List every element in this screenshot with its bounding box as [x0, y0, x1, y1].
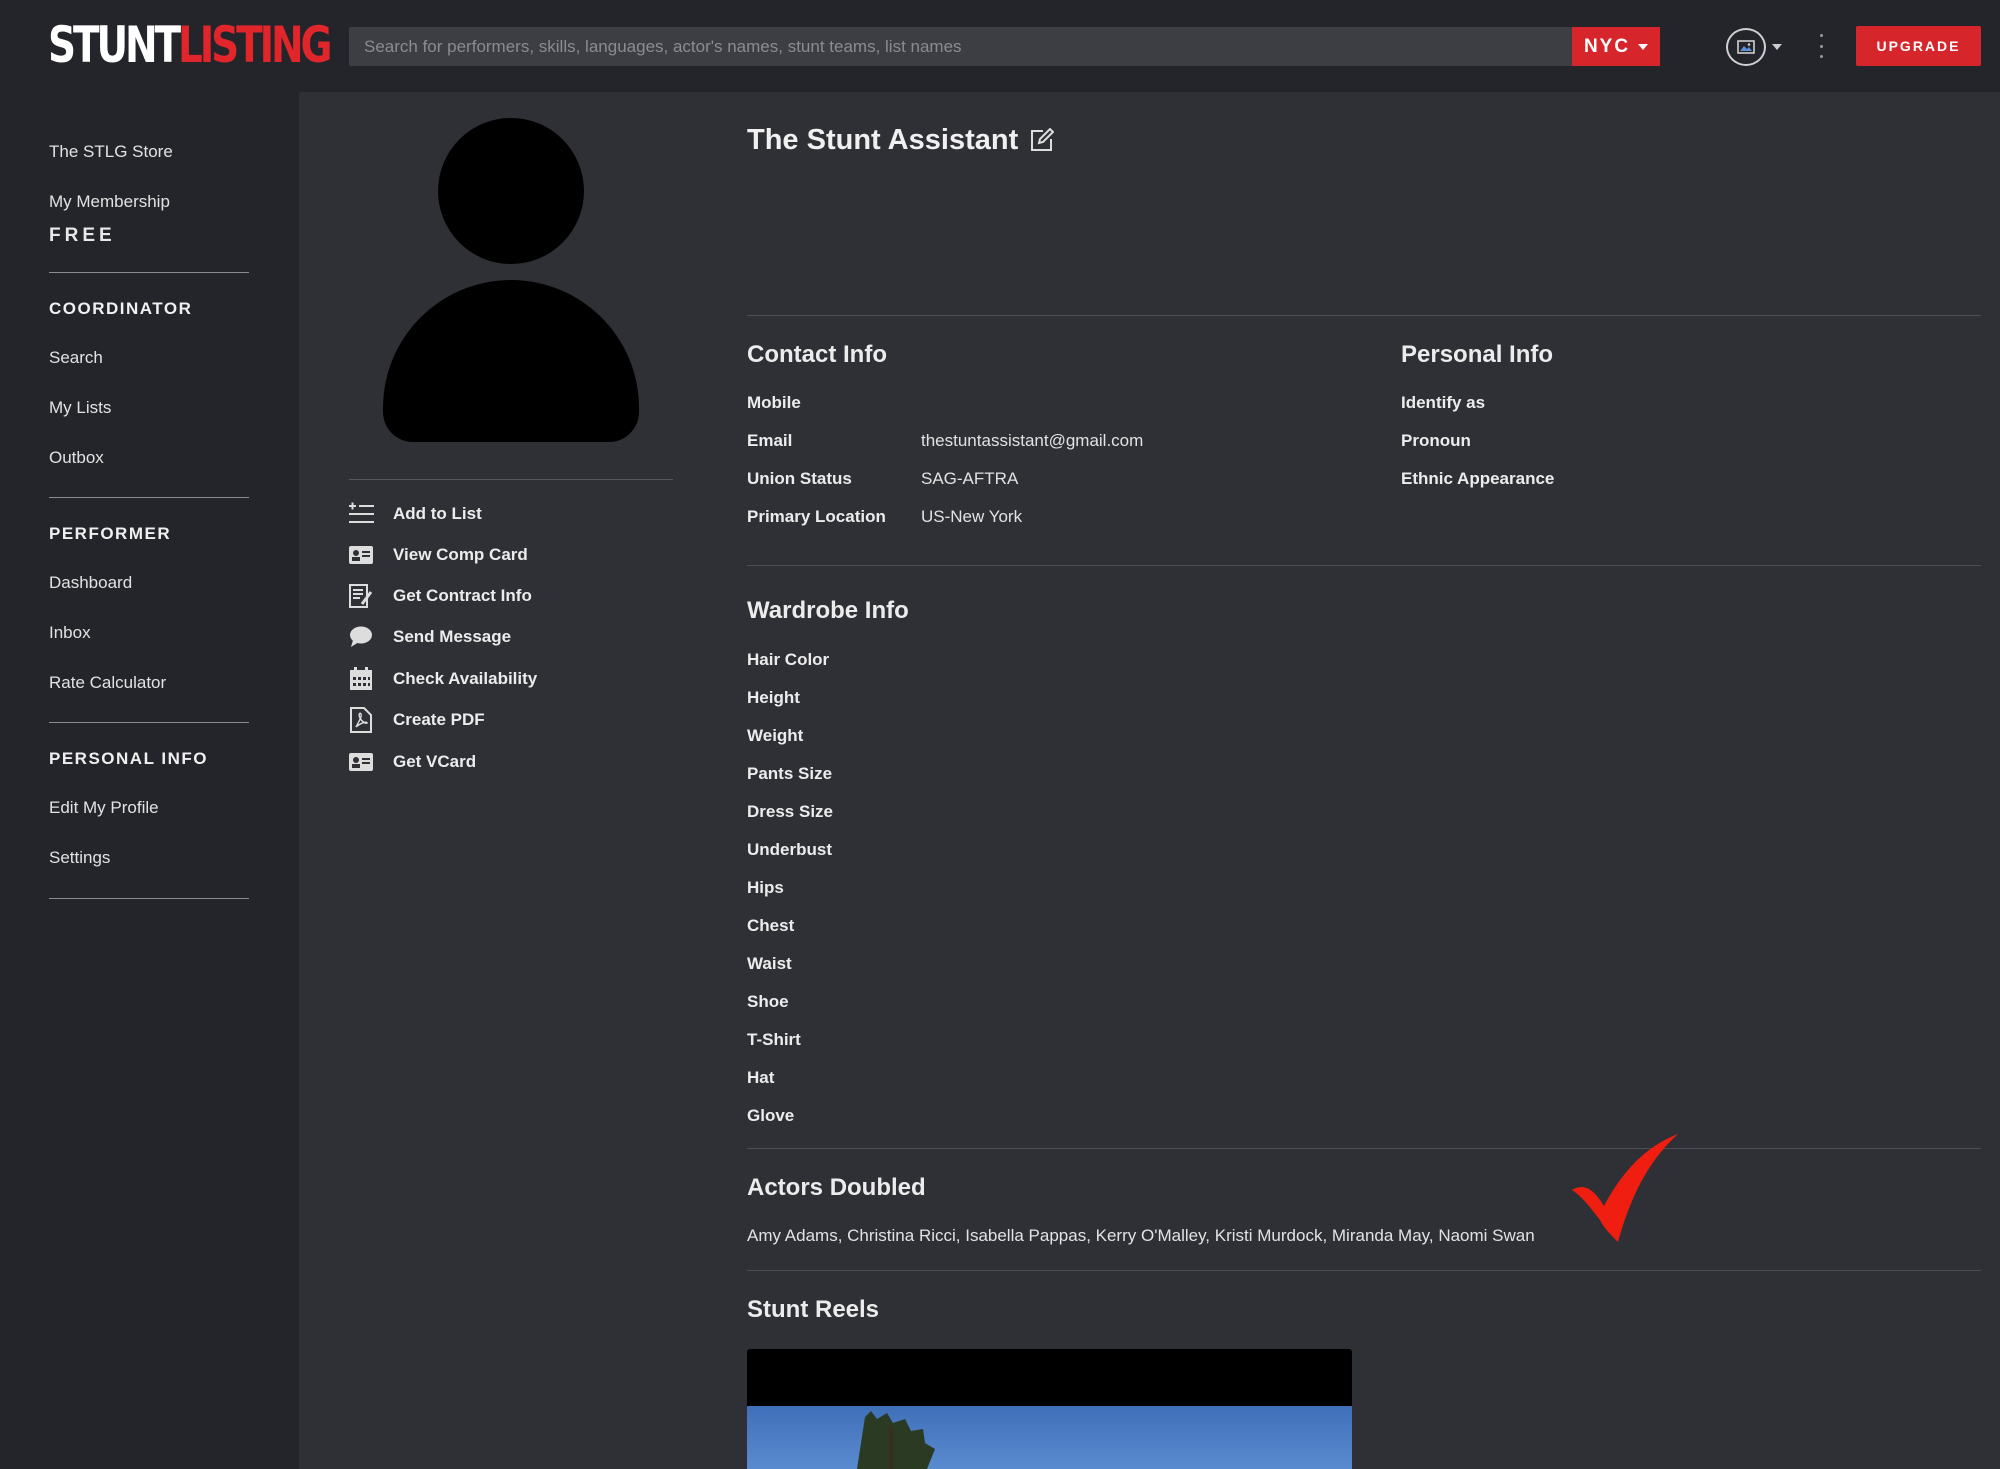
sidebar-divider: [49, 272, 249, 273]
contact-label-email: Email: [747, 431, 793, 450]
wardrobe-label: T-Shirt: [747, 1030, 801, 1049]
sidebar-divider: [49, 497, 249, 498]
performer-heading: PERFORMER: [49, 524, 172, 543]
wardrobe-label: Shoe: [747, 992, 789, 1011]
sidebar-item-edit-profile[interactable]: Edit My Profile: [49, 798, 159, 818]
add-list-icon: [348, 501, 374, 527]
get-contract-info-action[interactable]: Get Contract Info: [348, 582, 532, 610]
chat-bubble-icon: [348, 624, 374, 650]
image-icon: [1737, 40, 1755, 54]
stunt-reel-video[interactable]: [747, 1349, 1352, 1469]
action-label: View Comp Card: [393, 545, 528, 564]
wardrobe-label: Weight: [747, 726, 804, 745]
section-divider: [747, 1270, 1981, 1271]
sidebar-item-outbox[interactable]: Outbox: [49, 448, 104, 468]
avatar-head: [438, 118, 584, 264]
membership-tier: FREE: [49, 225, 116, 246]
stunt-reels-heading: Stunt Reels: [747, 1296, 880, 1323]
contact-label-mobile: Mobile: [747, 393, 801, 412]
city-dropdown-button[interactable]: NYC: [1572, 27, 1660, 66]
sidebar-item-settings[interactable]: Settings: [49, 848, 110, 868]
get-vcard-action[interactable]: Get VCard: [348, 748, 476, 776]
sidebar-item-dashboard[interactable]: Dashboard: [49, 573, 132, 593]
avatar-caret-down-icon[interactable]: [1772, 44, 1782, 50]
actors-doubled-heading: Actors Doubled: [747, 1174, 926, 1201]
wardrobe-label: Hips: [747, 878, 784, 897]
contract-icon: [348, 583, 374, 609]
add-to-list-action[interactable]: Add to List: [348, 500, 482, 528]
contact-label-union: Union Status: [747, 469, 852, 488]
sidebar-divider: [49, 722, 249, 723]
sidebar-divider: [49, 898, 249, 899]
logo-text-white: STUNT: [48, 16, 181, 74]
action-label: Send Message: [393, 627, 512, 646]
personal-info-heading: PERSONAL INFO: [49, 749, 208, 768]
profile-name: The Stunt Assistant: [747, 124, 1019, 156]
wardrobe-label: Glove: [747, 1106, 795, 1125]
caret-down-icon: [1638, 43, 1649, 50]
action-label: Get Contract Info: [393, 586, 532, 605]
avatar-body: [383, 280, 639, 442]
section-divider: [747, 1148, 1981, 1149]
sidebar-item-membership[interactable]: My Membership: [49, 192, 170, 212]
contact-value-email[interactable]: thestuntassistant@gmail.com: [921, 431, 1143, 451]
contact-label-location: Primary Location: [747, 507, 886, 526]
profile-avatar-placeholder: [383, 116, 641, 444]
wardrobe-label: Height: [747, 688, 800, 707]
city-label: NYC: [1583, 35, 1631, 57]
wardrobe-label: Hat: [747, 1068, 775, 1087]
pdf-icon: [348, 707, 374, 733]
user-avatar-button[interactable]: [1726, 28, 1766, 66]
action-label: Get VCard: [393, 752, 477, 771]
personal-info-heading: Personal Info: [1401, 341, 1554, 368]
calendar-icon: [348, 666, 374, 692]
wardrobe-label: Waist: [747, 954, 792, 973]
sidebar-item-rate-calculator[interactable]: Rate Calculator: [49, 673, 166, 693]
wardrobe-label: Underbust: [747, 840, 832, 859]
view-comp-card-action[interactable]: View Comp Card: [348, 541, 528, 569]
wardrobe-info-heading: Wardrobe Info: [747, 597, 909, 624]
top-header: STUNTLISTING NYC UPGRADE: [0, 0, 2000, 92]
more-options-icon[interactable]: [1818, 34, 1824, 58]
send-message-action[interactable]: Send Message: [348, 623, 511, 651]
coordinator-heading: COORDINATOR: [49, 299, 193, 318]
wardrobe-label: Chest: [747, 916, 795, 935]
personal-label-pronoun: Pronoun: [1401, 431, 1471, 450]
tree-thumbnail-graphic: [857, 1411, 935, 1469]
create-pdf-action[interactable]: Create PDF: [348, 706, 485, 734]
checkmark-icon: [1572, 1134, 1678, 1242]
sidebar-item-my-lists[interactable]: My Lists: [49, 398, 111, 418]
contact-value-union: SAG-AFTRA: [921, 469, 1019, 488]
contact-info-heading: Contact Info: [747, 341, 887, 368]
stuntlisting-logo[interactable]: STUNTLISTING: [48, 14, 333, 76]
personal-label-identify: Identify as: [1401, 393, 1486, 412]
edit-icon[interactable]: [1030, 127, 1055, 152]
action-label: Create PDF: [393, 710, 485, 729]
section-divider: [747, 565, 1981, 566]
logo-text-red: LISTING: [178, 16, 333, 74]
wardrobe-label: Pants Size: [747, 764, 833, 783]
action-label: Check Availability: [393, 669, 538, 688]
vcard-icon: [348, 749, 374, 775]
actors-doubled-list: Amy Adams, Christina Ricci, Isabella Pap…: [747, 1226, 1535, 1245]
sidebar-item-inbox[interactable]: Inbox: [49, 623, 91, 643]
wardrobe-label: Hair Color: [747, 650, 830, 669]
upgrade-button[interactable]: UPGRADE: [1856, 26, 1981, 66]
wardrobe-label: Dress Size: [747, 802, 833, 821]
sidebar-item-store[interactable]: The STLG Store: [49, 142, 173, 162]
action-label: Add to List: [393, 504, 482, 523]
search-bar: NYC: [349, 27, 1660, 66]
id-card-icon: [348, 542, 374, 568]
sidebar-item-search[interactable]: Search: [49, 348, 103, 368]
check-availability-action[interactable]: Check Availability: [348, 665, 537, 693]
sidebar: The STLG Store My Membership FREE COORDI…: [0, 92, 299, 1469]
section-divider: [747, 315, 1981, 316]
search-input[interactable]: [349, 27, 1572, 66]
contact-value-location: US-New York: [921, 507, 1023, 526]
personal-label-ethnic: Ethnic Appearance: [1401, 469, 1555, 488]
actions-divider: [349, 479, 673, 480]
